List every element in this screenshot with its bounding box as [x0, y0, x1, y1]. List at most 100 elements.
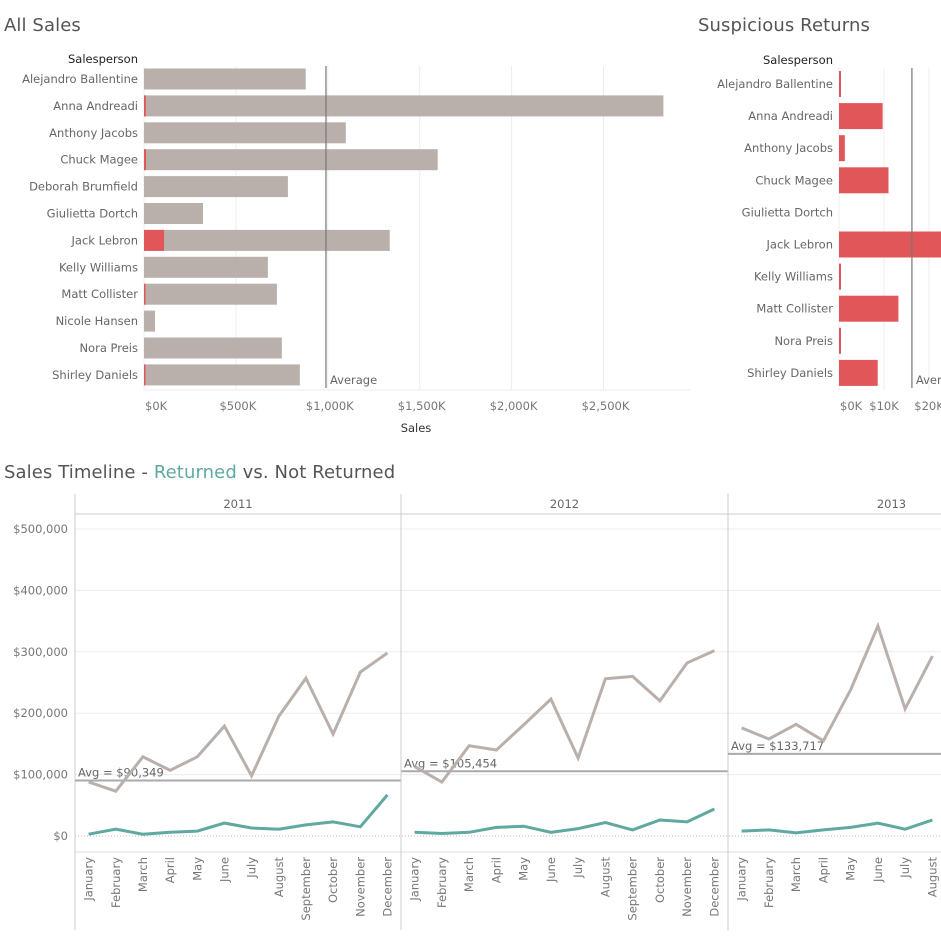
month-label: March — [136, 857, 150, 892]
average-label: Average — [330, 373, 377, 387]
salesperson-label: Kelly Williams — [754, 270, 833, 284]
salesperson-label: Alejandro Ballentine — [717, 77, 833, 91]
bar-not-returned — [144, 95, 664, 117]
bar-returned — [839, 327, 841, 354]
salesperson-label: Alejandro Ballentine — [22, 72, 138, 86]
bar-not-returned — [144, 122, 346, 144]
bar-not-returned — [144, 149, 438, 171]
salesperson-label: Nora Preis — [79, 341, 138, 355]
salesperson-label: Matt Collister — [61, 287, 138, 301]
bar-returned — [839, 135, 845, 162]
bar-returned — [144, 149, 147, 171]
bar-not-returned — [144, 364, 300, 386]
salesperson-label: Nicole Hansen — [56, 314, 138, 328]
average-label: Average — [916, 373, 941, 387]
salesperson-label: Anthony Jacobs — [49, 126, 138, 140]
month-label: July — [898, 857, 912, 879]
bar-returned — [144, 229, 165, 251]
month-label: February — [762, 857, 776, 908]
bar-returned — [839, 263, 841, 290]
bar-not-returned — [144, 229, 390, 251]
month-label: January — [82, 857, 96, 902]
bar-returned — [839, 231, 941, 258]
salesperson-label: Chuck Magee — [755, 173, 833, 187]
salesperson-label: Shirley Daniels — [52, 368, 138, 382]
month-label: July — [245, 857, 259, 879]
x-tick-label: $1,000K — [306, 399, 354, 413]
x-axis-title: Sales — [401, 421, 432, 435]
y-tick-label: $500,000 — [13, 522, 68, 536]
month-label: August — [598, 857, 612, 898]
month-label: March — [789, 857, 803, 892]
x-tick-label: $20K — [914, 399, 941, 413]
bar-returned — [144, 364, 146, 386]
bar-returned — [839, 71, 841, 97]
bar-returned — [144, 283, 146, 305]
year-header: 2012 — [550, 497, 579, 511]
salesperson-label: Anthony Jacobs — [744, 141, 833, 155]
month-label: September — [299, 857, 313, 921]
x-tick-label: $1,500K — [398, 399, 446, 413]
month-label: May — [190, 857, 204, 881]
line-returned-2012 — [414, 807, 716, 836]
line-not-returned-2011 — [88, 651, 389, 793]
salesperson-label: Giulietta Dortch — [742, 205, 833, 219]
month-label: April — [163, 857, 177, 883]
month-label: April — [816, 857, 830, 883]
x-tick-label: $0K — [145, 399, 168, 413]
month-label: February — [435, 857, 449, 908]
month-label: January — [408, 857, 422, 902]
month-label: December — [707, 857, 721, 917]
month-label: December — [380, 857, 394, 917]
y-tick-label: $400,000 — [13, 583, 68, 597]
month-label: August — [925, 857, 939, 898]
bar-not-returned — [144, 256, 268, 278]
line-returned-2013 — [741, 818, 933, 835]
month-label: April — [489, 857, 503, 883]
bar-returned — [839, 103, 883, 130]
salesperson-label: Jack Lebron — [71, 233, 138, 247]
row-header: Salesperson — [763, 53, 833, 67]
salesperson-label: Giulietta Dortch — [47, 207, 138, 221]
x-tick-label: $500K — [219, 399, 256, 413]
bar-not-returned — [144, 176, 288, 198]
month-label: January — [735, 857, 749, 902]
bar-not-returned — [144, 310, 156, 332]
bar-returned — [839, 167, 889, 194]
line-not-returned-2012 — [413, 649, 716, 784]
x-tick-label: $0K — [840, 399, 863, 413]
month-label: February — [109, 857, 123, 908]
month-label: October — [326, 857, 340, 903]
salesperson-label: Kelly Williams — [59, 260, 138, 274]
sales-timeline-title: Sales Timeline - Returned vs. Not Return… — [4, 462, 395, 483]
suspicious-returns-title: Suspicious Returns — [698, 15, 870, 36]
title-returned-highlight: Returned — [153, 462, 237, 483]
average-label: Avg = $133,717 — [731, 739, 824, 753]
x-tick-label: $10K — [869, 399, 899, 413]
bar-returned — [839, 359, 878, 386]
bar-not-returned — [144, 283, 277, 305]
year-header: 2013 — [877, 497, 906, 511]
month-label: March — [462, 857, 476, 892]
line-not-returned-2013 — [741, 621, 934, 743]
month-label: September — [626, 857, 640, 921]
salesperson-label: Jack Lebron — [766, 238, 833, 252]
month-label: May — [844, 857, 858, 881]
average-label: Avg = $105,454 — [404, 756, 497, 770]
salesperson-label: Chuck Magee — [60, 153, 138, 167]
month-label: June — [871, 857, 885, 883]
bar-not-returned — [144, 68, 306, 90]
salesperson-label: Deborah Brumfield — [29, 180, 138, 194]
month-label: May — [517, 857, 531, 881]
salesperson-label: Nora Preis — [774, 334, 833, 348]
y-tick-label: $100,000 — [13, 768, 68, 782]
y-tick-label: $300,000 — [13, 645, 68, 659]
y-tick-label: $200,000 — [13, 706, 68, 720]
bar-not-returned — [144, 203, 203, 224]
bar-not-returned — [144, 337, 282, 359]
year-header: 2011 — [223, 497, 252, 511]
month-label: November — [353, 857, 367, 917]
x-tick-label: $2,500K — [582, 399, 630, 413]
month-label: June — [544, 857, 558, 883]
month-label: October — [653, 857, 667, 903]
